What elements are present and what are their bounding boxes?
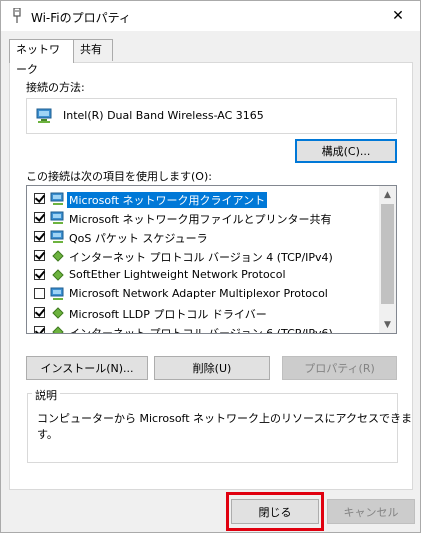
window-title: Wi-Fiのプロパティ <box>31 11 131 25</box>
properties-button[interactable]: プロパティ(R) <box>282 356 397 380</box>
item-checkbox[interactable] <box>34 288 45 299</box>
configure-button[interactable]: 構成(C)... <box>295 139 397 163</box>
protocol-icon <box>50 305 66 321</box>
adapter-field: Intel(R) Dual Band Wireless-AC 3165 <box>26 98 397 134</box>
item-label: QoS パケット スケジューラ <box>69 232 208 245</box>
list-item[interactable]: QoS パケット スケジューラ <box>27 227 377 247</box>
list-item[interactable]: インターネット プロトコル バージョン 6 (TCP/IPv6) <box>27 322 377 334</box>
list-item[interactable]: Microsoft Network Adapter Multiplexor Pr… <box>27 284 377 304</box>
items-list[interactable]: Microsoft ネットワーク用クライアント Microsoft ネットワーク用… <box>26 185 397 334</box>
scroll-down-icon[interactable]: ▼ <box>379 316 396 333</box>
protocol-icon <box>50 324 66 333</box>
item-checkbox[interactable] <box>34 326 45 333</box>
protocol-icon <box>50 267 66 283</box>
item-label: Microsoft ネットワーク用ファイルとプリンター共有 <box>69 213 332 226</box>
adapter-name: Intel(R) Dual Band Wireless-AC 3165 <box>63 109 264 122</box>
item-checkbox[interactable] <box>34 307 45 318</box>
item-checkbox[interactable] <box>34 212 45 223</box>
description-title: 説明 <box>32 387 60 403</box>
network-adapter-icon <box>36 108 52 123</box>
network-client-icon <box>50 229 66 245</box>
item-label: SoftEther Lightweight Network Protocol <box>69 268 286 281</box>
list-item[interactable]: Microsoft ネットワーク用クライアント <box>27 189 377 209</box>
item-checkbox[interactable] <box>34 250 45 261</box>
network-client-icon <box>50 191 66 207</box>
list-item[interactable]: Microsoft ネットワーク用ファイルとプリンター共有 <box>27 208 377 228</box>
uninstall-button[interactable]: 削除(U) <box>154 356 270 380</box>
list-item[interactable]: Microsoft LLDP プロトコル ドライバー <box>27 303 377 323</box>
close-icon: ✕ <box>392 8 404 24</box>
item-checkbox[interactable] <box>34 231 45 242</box>
items-label: この接続は次の項目を使用します(O): <box>26 170 212 183</box>
items-scrollbar[interactable]: ▲ ▼ <box>379 186 396 333</box>
network-client-icon <box>50 210 66 226</box>
close-window-button[interactable]: ✕ <box>376 1 420 31</box>
item-label: Microsoft LLDP プロトコル ドライバー <box>69 308 267 321</box>
scrollbar-thumb[interactable] <box>381 204 394 304</box>
item-label: インターネット プロトコル バージョン 6 (TCP/IPv6) <box>69 327 333 334</box>
item-label: Microsoft Network Adapter Multiplexor Pr… <box>69 287 328 300</box>
tab-sharing[interactable]: 共有 <box>73 39 113 61</box>
item-checkbox[interactable] <box>34 269 45 280</box>
tab-network[interactable]: ネットワーク <box>9 39 74 76</box>
cancel-button[interactable]: キャンセル <box>327 499 415 524</box>
connect-using-label: 接続の方法: <box>26 81 85 94</box>
list-item[interactable]: SoftEther Lightweight Network Protocol <box>27 265 377 285</box>
protocol-icon <box>50 248 66 264</box>
close-button-highlight <box>226 492 324 531</box>
network-icon <box>13 8 21 23</box>
title-bar[interactable]: Wi-Fiのプロパティ ✕ <box>1 1 420 31</box>
description-text: コンピューターから Microsoft ネットワーク上のリソースにアクセスできま… <box>37 412 412 441</box>
network-client-icon <box>50 286 66 302</box>
item-label: Microsoft ネットワーク用クライアント <box>67 192 268 208</box>
properties-window: Wi-Fiのプロパティ ✕ ネットワーク 共有 接続の方法: Intel(R) … <box>0 0 421 533</box>
scroll-up-icon[interactable]: ▲ <box>379 186 396 203</box>
install-button[interactable]: インストール(N)... <box>26 356 148 380</box>
item-checkbox[interactable] <box>34 193 45 204</box>
item-label: インターネット プロトコル バージョン 4 (TCP/IPv4) <box>69 251 333 264</box>
list-item[interactable]: インターネット プロトコル バージョン 4 (TCP/IPv4) <box>27 246 377 266</box>
tab-sharing-label: 共有 <box>80 43 102 56</box>
